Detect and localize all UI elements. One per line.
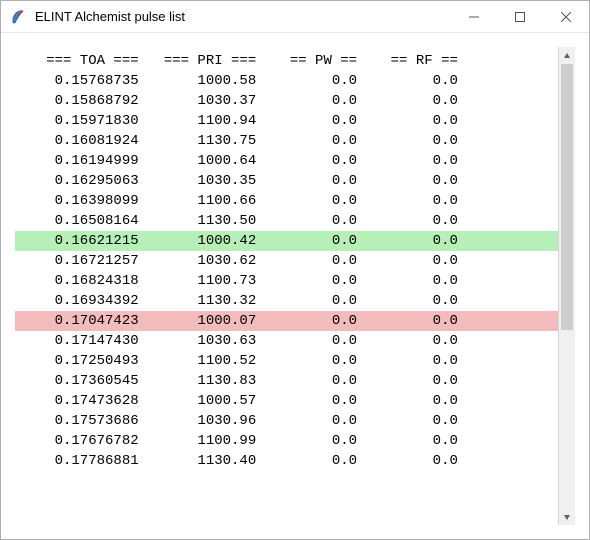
scroll-track[interactable] — [559, 64, 575, 508]
pulse-row[interactable]: 0.15868792 1030.37 0.0 0.0 — [15, 91, 558, 111]
pulse-row[interactable]: 0.17676782 1100.99 0.0 0.0 — [15, 431, 558, 451]
pulse-row[interactable]: 0.16295063 1030.35 0.0 0.0 — [15, 171, 558, 191]
column-headers: === TOA === === PRI === == PW == == RF =… — [15, 51, 558, 71]
window-controls — [451, 1, 589, 32]
window-title: ELINT Alchemist pulse list — [35, 9, 451, 24]
app-icon — [9, 8, 27, 26]
pulse-row[interactable]: 0.17147430 1030.63 0.0 0.0 — [15, 331, 558, 351]
pulse-row[interactable]: 0.16398099 1100.66 0.0 0.0 — [15, 191, 558, 211]
pulse-row[interactable]: 0.15971830 1100.94 0.0 0.0 — [15, 111, 558, 131]
scroll-down-button[interactable] — [559, 508, 575, 525]
client-area: === TOA === === PRI === == PW == == RF =… — [1, 33, 589, 539]
pulse-row[interactable]: 0.16194999 1000.64 0.0 0.0 — [15, 151, 558, 171]
pulse-listbox[interactable]: === TOA === === PRI === == PW == == RF =… — [15, 47, 558, 525]
pulse-row[interactable]: 0.15768735 1000.58 0.0 0.0 — [15, 71, 558, 91]
pulse-row[interactable]: 0.17473628 1000.57 0.0 0.0 — [15, 391, 558, 411]
pulse-row[interactable]: 0.17786881 1130.40 0.0 0.0 — [15, 451, 558, 471]
pulse-row[interactable]: 0.16081924 1130.75 0.0 0.0 — [15, 131, 558, 151]
pulse-row[interactable]: 0.17250493 1100.52 0.0 0.0 — [15, 351, 558, 371]
minimize-button[interactable] — [451, 1, 497, 32]
maximize-button[interactable] — [497, 1, 543, 32]
pulse-row[interactable]: 0.17360545 1130.83 0.0 0.0 — [15, 371, 558, 391]
pulse-row[interactable]: 0.16621215 1000.42 0.0 0.0 — [15, 231, 558, 251]
pulse-row[interactable]: 0.17047423 1000.07 0.0 0.0 — [15, 311, 558, 331]
vertical-scrollbar[interactable] — [558, 47, 575, 525]
pulse-row[interactable]: 0.16934392 1130.32 0.0 0.0 — [15, 291, 558, 311]
titlebar[interactable]: ELINT Alchemist pulse list — [1, 1, 589, 33]
pulse-row[interactable]: 0.16824318 1100.73 0.0 0.0 — [15, 271, 558, 291]
pulse-row[interactable]: 0.16508164 1130.50 0.0 0.0 — [15, 211, 558, 231]
pulse-row[interactable]: 0.16721257 1030.62 0.0 0.0 — [15, 251, 558, 271]
pulse-row[interactable]: 0.17573686 1030.96 0.0 0.0 — [15, 411, 558, 431]
app-window: ELINT Alchemist pulse list === TOA === =… — [0, 0, 590, 540]
scroll-thumb[interactable] — [561, 64, 573, 330]
sunken-frame: === TOA === === PRI === == PW == == RF =… — [13, 45, 577, 527]
close-button[interactable] — [543, 1, 589, 32]
scroll-up-button[interactable] — [559, 47, 575, 64]
